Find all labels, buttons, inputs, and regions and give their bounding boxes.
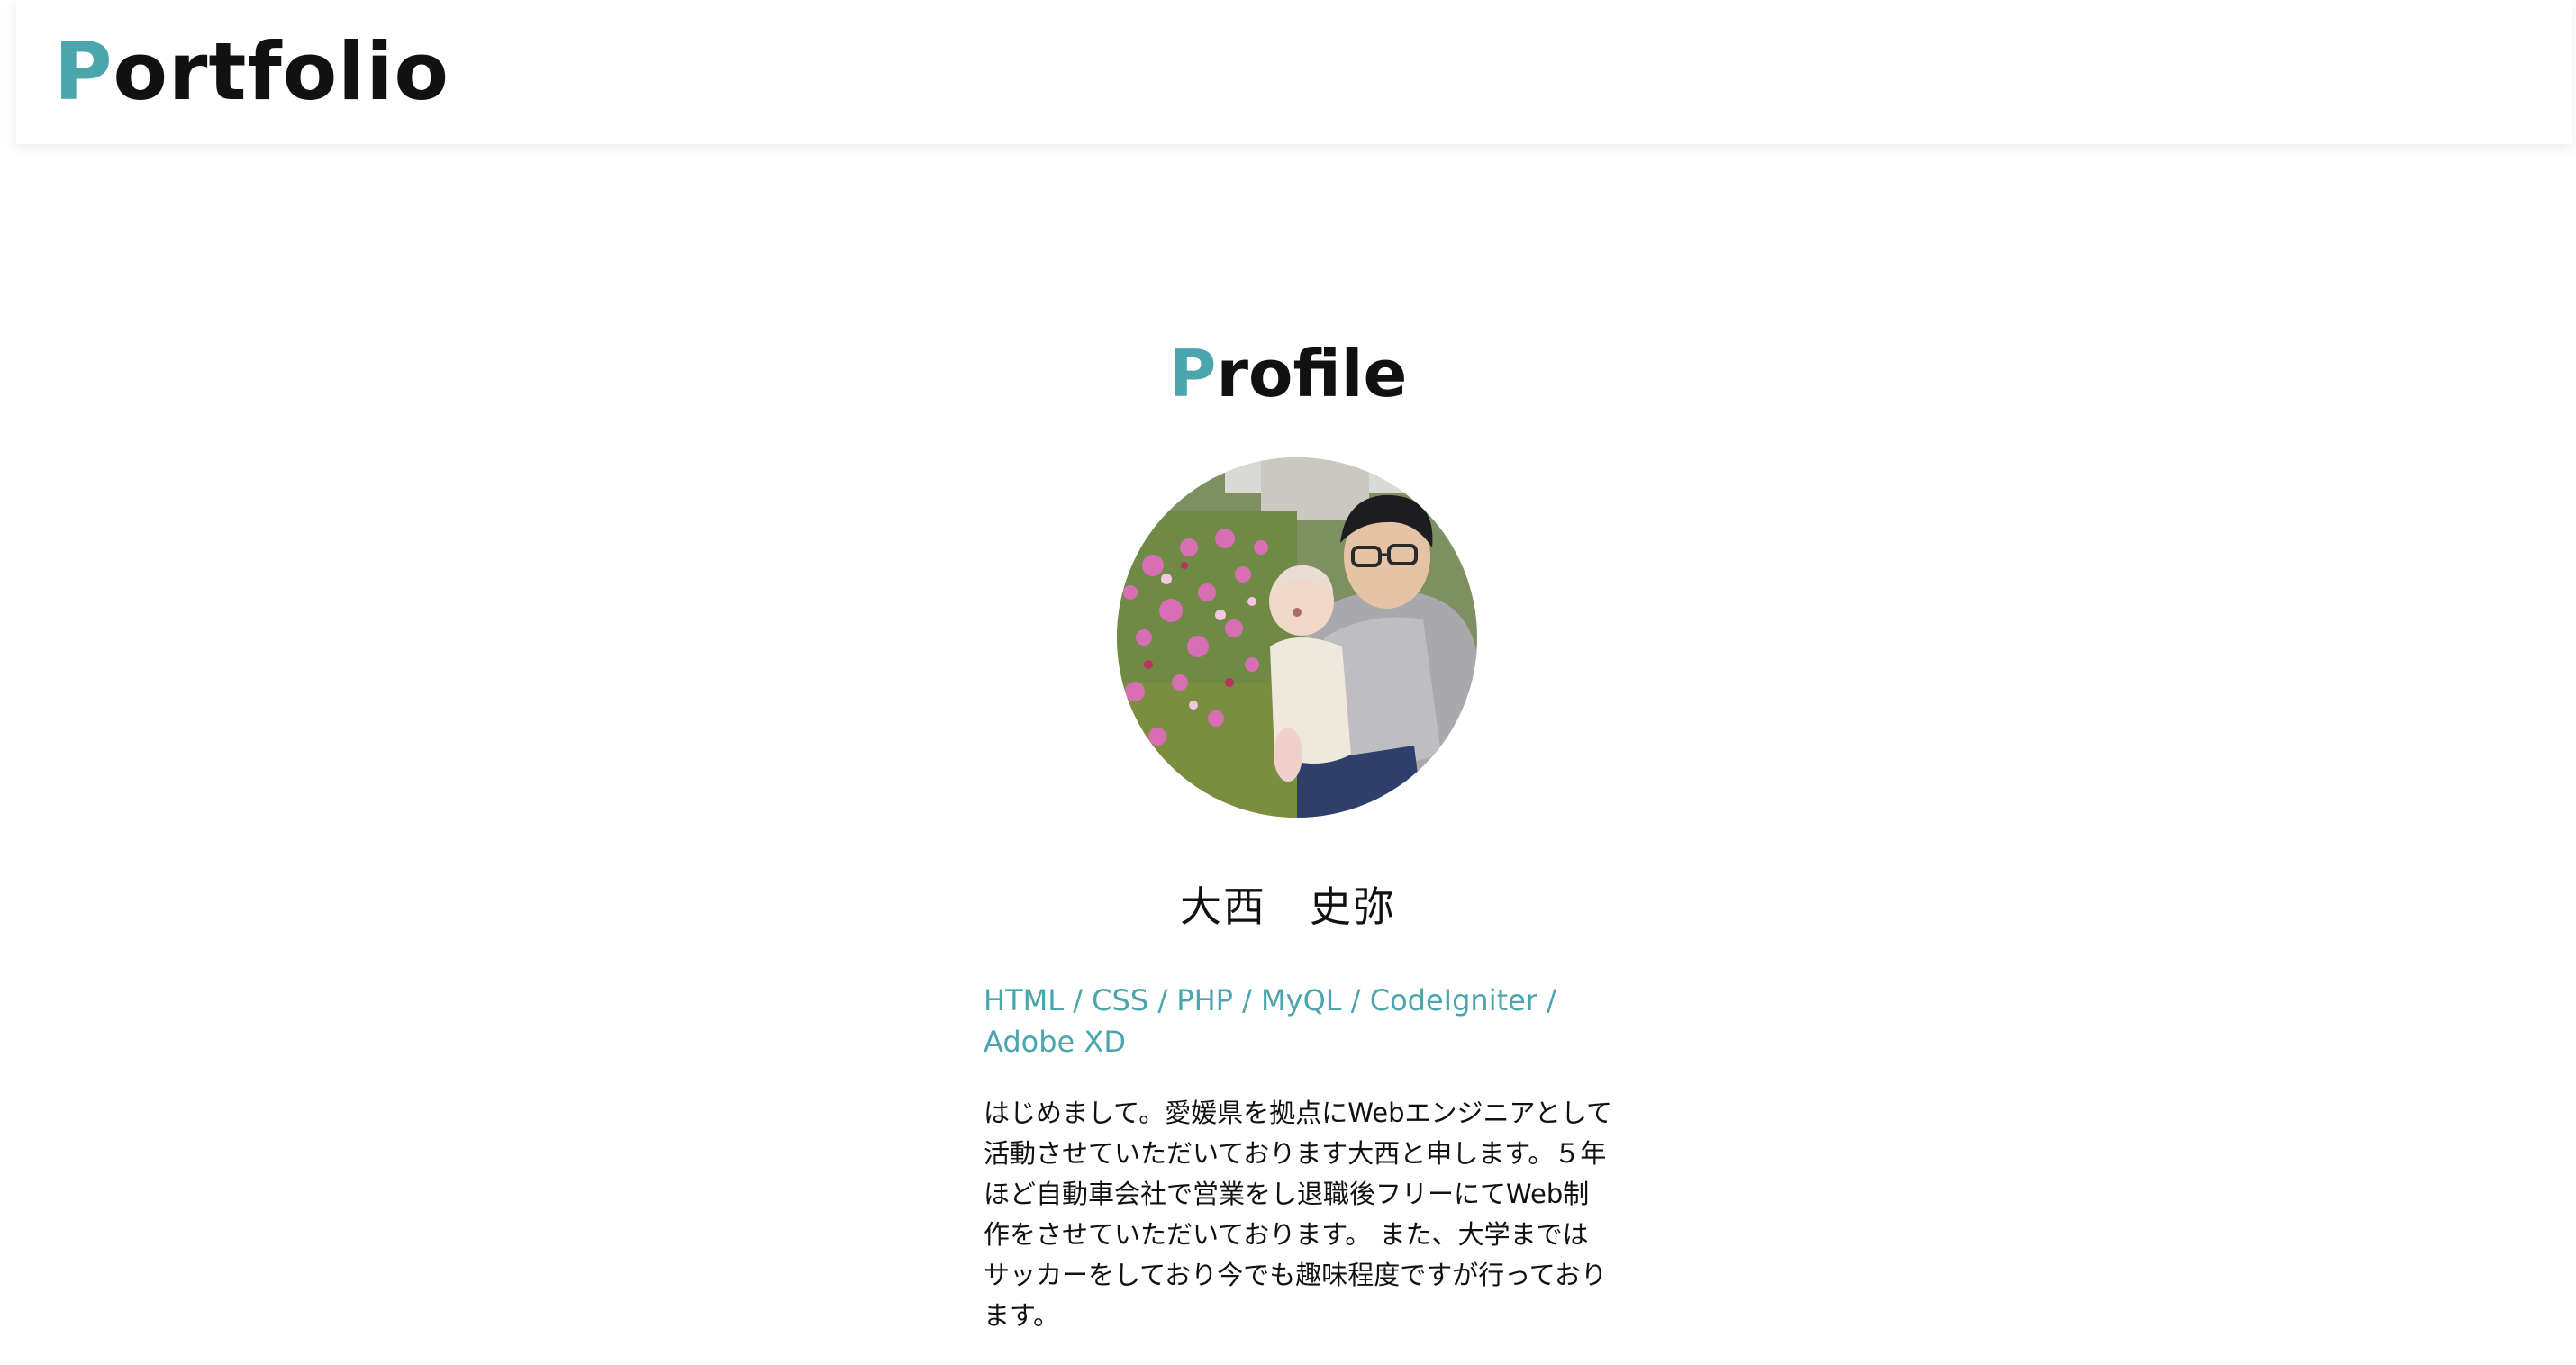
logo-text: ortfolio [113, 25, 449, 118]
profile-bio: はじめまして。愛媛県を拠点にWebエンジニアとして活動させていただいております大… [984, 1098, 1613, 1331]
site-logo[interactable]: Portfolio [54, 27, 449, 117]
section-title: Profile [0, 329, 2576, 419]
logo-initial: P [54, 25, 113, 118]
profile-photo [1117, 457, 1477, 818]
skills-list: HTML / CSS / PHP / MyQL / CodeIgniter / … [984, 983, 1556, 1059]
profile-name: 大西 史弥 [1180, 882, 1396, 931]
section-title-initial: P [1168, 336, 1217, 411]
section-title-text: rofile [1216, 336, 1408, 411]
site-header: Portfolio [16, 0, 2572, 144]
main-content: Profile 大西 史弥 HTML / CSS / PHP / MyQL / … [0, 144, 2576, 1365]
